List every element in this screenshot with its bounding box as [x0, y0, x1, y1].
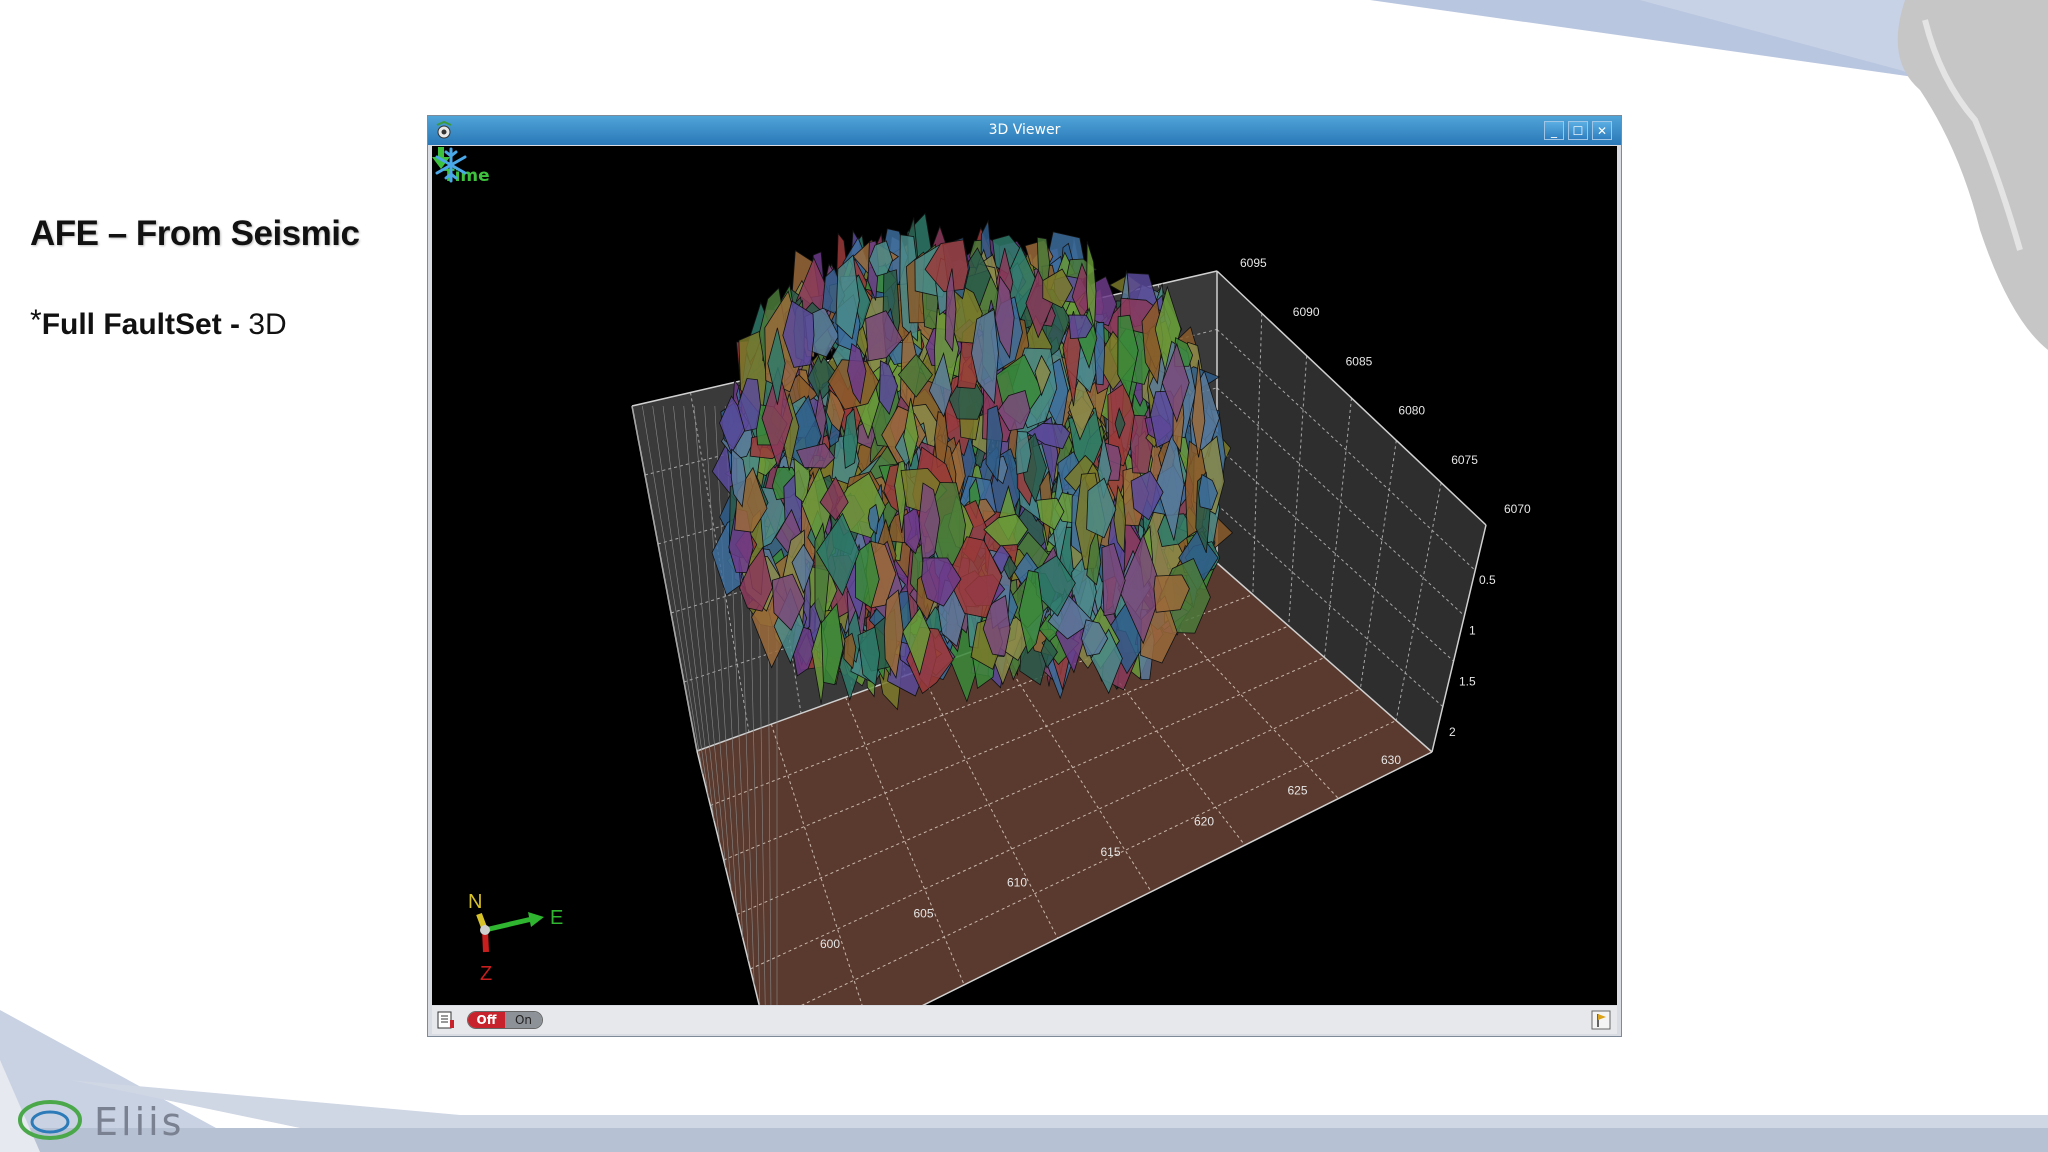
bullet-normal-text: 3D: [248, 308, 287, 341]
minimize-button[interactable]: _: [1544, 121, 1564, 140]
x-tick-label: 620: [1194, 814, 1214, 828]
report-icon[interactable]: [436, 1010, 456, 1030]
slide-bullet: *Full FaultSet - 3D: [30, 304, 287, 342]
x-tick-label: 610: [1007, 876, 1027, 890]
x-tick-label: 625: [1288, 784, 1308, 798]
east-arrowhead: [528, 912, 544, 927]
z-tick-label: 0.5: [1479, 573, 1496, 587]
bullet-bold-text: Full FaultSet -: [41, 308, 249, 341]
logo-text: Eliis: [94, 1100, 185, 1144]
window-titlebar[interactable]: 3D Viewer _ ☐ ✕: [428, 116, 1621, 145]
z-tick-label: 1: [1469, 624, 1476, 638]
x-tick-label: 615: [1101, 845, 1121, 859]
y-tick-label: 6085: [1346, 354, 1373, 368]
flag-icon[interactable]: [1591, 1010, 1611, 1030]
3d-scene[interactable]: 6095 6090 6085 6080 6075 6070 0.5 1 1.5 2 600 605 61…: [432, 146, 1617, 1005]
maximize-button[interactable]: ☐: [1568, 121, 1588, 140]
z-tick-label: 2: [1449, 725, 1456, 739]
toggle-on-option[interactable]: On: [505, 1012, 542, 1028]
orientation-compass: N E Z: [468, 891, 563, 985]
status-bar: Off On: [432, 1006, 1617, 1034]
window-title: 3D Viewer: [988, 122, 1061, 138]
viewer-window: 3D Viewer _ ☐ ✕ 6095 6090 6085 6080 6075 6070…: [427, 115, 1622, 1037]
slide-title: AFE – From Seismic: [30, 214, 360, 253]
x-tick-label: 600: [820, 937, 840, 951]
fault-surface: [1094, 321, 1106, 386]
compass-origin: [480, 925, 490, 935]
y-tick-label: 6075: [1451, 453, 1478, 467]
on-off-toggle[interactable]: Off On: [467, 1011, 543, 1029]
x-tick-label: 630: [1381, 753, 1401, 767]
z-tick-label: 1.5: [1459, 674, 1476, 688]
compass-e-label: E: [550, 907, 563, 929]
close-button[interactable]: ✕: [1592, 121, 1612, 140]
bullet-star: *: [30, 304, 42, 337]
y-tick-label: 6080: [1398, 404, 1425, 418]
x-tick-label: 605: [914, 906, 934, 920]
y-tick-label: 6070: [1504, 502, 1531, 516]
y-tick-label: 6090: [1293, 305, 1320, 319]
3d-viewport[interactable]: 6095 6090 6085 6080 6075 6070 0.5 1 1.5 2 600 605 61…: [432, 146, 1617, 1005]
compass-z-label: Z: [480, 963, 492, 985]
y-tick-label: 6095: [1240, 256, 1267, 270]
east-axis-arrow: [484, 916, 533, 933]
toggle-off-option[interactable]: Off: [468, 1012, 505, 1028]
snowflake-icon[interactable]: [432, 146, 470, 184]
compass-n-label: N: [468, 891, 482, 913]
